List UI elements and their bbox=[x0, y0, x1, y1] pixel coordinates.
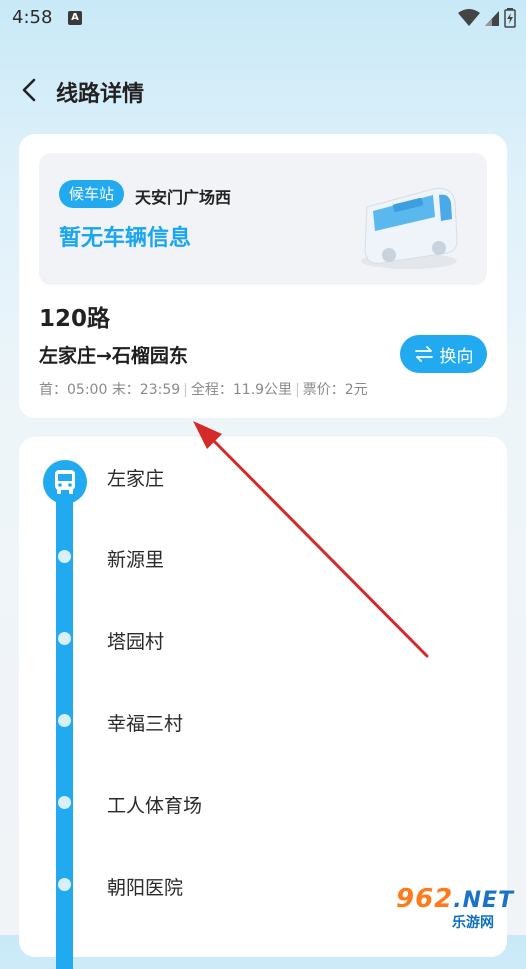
stop-item[interactable]: 塔园村 bbox=[107, 627, 164, 654]
watermark-site: 乐游网 bbox=[452, 915, 494, 931]
bus-icon bbox=[55, 470, 75, 494]
route-length: 全程：11.9公里 bbox=[190, 382, 293, 398]
stop-item[interactable]: 幸福三村 bbox=[107, 709, 183, 736]
swap-direction-button[interactable]: 换向 bbox=[400, 335, 487, 373]
system-icons bbox=[458, 8, 516, 28]
waiting-stop-name[interactable]: 天安门广场西 bbox=[135, 184, 231, 208]
route-info: 首：05:00 末：23:59 | 全程：11.9公里 | 票价：2元 bbox=[39, 379, 368, 399]
stop-item[interactable]: 工人体育场 bbox=[107, 791, 202, 818]
divider: | bbox=[295, 382, 300, 398]
stop-dot bbox=[58, 796, 71, 809]
no-vehicle-message: 暂无车辆信息 bbox=[59, 226, 192, 251]
swap-direction-label: 换向 bbox=[439, 346, 474, 367]
stop-dot bbox=[58, 714, 71, 727]
back-button[interactable] bbox=[14, 74, 46, 106]
waiting-stop-tag: 候车站 bbox=[59, 180, 125, 208]
battery-icon bbox=[504, 8, 516, 28]
status-time: 4:58 bbox=[12, 7, 53, 28]
page-title: 线路详情 bbox=[56, 82, 145, 107]
stop-dot bbox=[58, 878, 71, 891]
stop-item[interactable]: 左家庄 bbox=[107, 464, 164, 491]
divider: | bbox=[183, 382, 188, 398]
status-bar: 4:58 A bbox=[0, 0, 526, 36]
last-bus-time: 末：23:59 bbox=[111, 382, 181, 398]
chevron-left-icon bbox=[22, 78, 36, 102]
stop-dot bbox=[58, 632, 71, 645]
notification-icon: A bbox=[68, 11, 82, 25]
route-name: 120路 bbox=[39, 306, 111, 332]
route-direction: 左家庄→石榴园东 bbox=[39, 345, 188, 367]
route-summary-card: 候车站 天安门广场西 暂无车辆信息 120路 左家庄→石榴园东 换向 首：05:… bbox=[19, 134, 507, 418]
wifi-icon bbox=[458, 9, 480, 26]
watermark-logo: 962.NET 乐游网 bbox=[388, 884, 522, 932]
top-nav: 线路详情 bbox=[0, 62, 526, 118]
waiting-panel: 候车站 天安门广场西 暂无车辆信息 bbox=[39, 153, 487, 285]
swap-arrows-icon bbox=[414, 346, 433, 362]
first-bus-time: 首：05:00 bbox=[39, 382, 108, 398]
stop-list-card: 左家庄 新源里 塔园村 幸福三村 工人体育场 朝阳医院 bbox=[19, 437, 507, 969]
bus-illustration-icon bbox=[361, 187, 458, 269]
bus-stop-icon bbox=[43, 460, 87, 504]
route-fare: 票价：2元 bbox=[302, 382, 368, 398]
watermark-number: 962.NET bbox=[396, 884, 515, 914]
stop-item[interactable]: 新源里 bbox=[107, 545, 164, 572]
stop-dot bbox=[58, 550, 71, 563]
signal-icon bbox=[485, 11, 499, 26]
stop-item[interactable]: 朝阳医院 bbox=[107, 873, 183, 900]
